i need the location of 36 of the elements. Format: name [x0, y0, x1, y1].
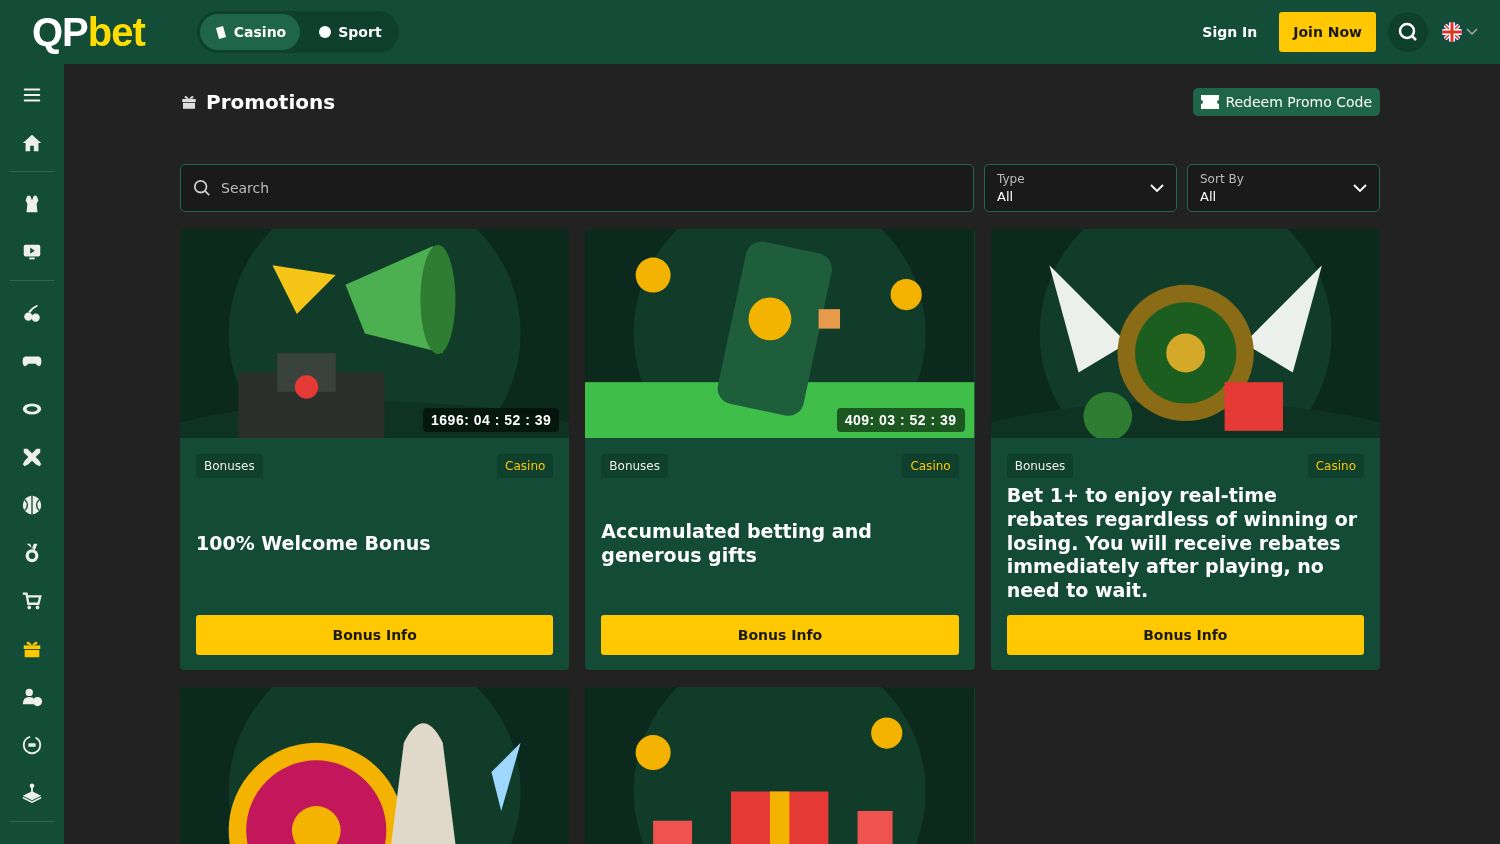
promo-title: Accumulated betting and generous gifts — [601, 519, 873, 568]
flag-icon — [1442, 22, 1462, 42]
tag: Bonuses — [196, 454, 263, 478]
gift-icon — [180, 93, 198, 111]
search-button[interactable] — [1388, 12, 1428, 52]
bonus-info-button[interactable]: Bonus Info — [196, 615, 554, 655]
cards-icon — [213, 25, 228, 39]
bonus-info-button[interactable]: Bonus Info — [601, 615, 959, 655]
countdown-timer: 409: 03 : 52 : 39 — [836, 408, 965, 432]
logo[interactable]: QPbet — [32, 9, 145, 55]
tag: Bonuses — [1006, 454, 1074, 478]
chevron-down-icon — [1150, 183, 1164, 193]
bonus-info-button[interactable]: Bonus Info — [1006, 615, 1364, 655]
countdown-timer: 1696: 04 : 52 : 39 — [423, 408, 560, 432]
search-field[interactable]: Search — [180, 164, 974, 212]
page-title: Promotions — [206, 90, 336, 114]
promo-title: Bet 1+ to enjoy real-time rebates regardless of winning or losing. You will receive rebates immediately after playing, no need to wait. — [1006, 484, 1359, 603]
category-tag: Casino — [497, 454, 554, 478]
language-selector[interactable] — [1442, 22, 1478, 42]
search-icon — [1397, 21, 1419, 43]
filter-dropdown[interactable]: Sort By All — [1187, 164, 1380, 212]
sign-in-link[interactable]: Sign In — [1196, 23, 1264, 41]
nav-tab[interactable]: Casino — [199, 14, 301, 50]
search-icon — [193, 179, 211, 197]
category-tag: Casino — [1307, 454, 1364, 478]
join-now-button[interactable]: Join Now — [1279, 12, 1376, 52]
ball-icon — [318, 25, 333, 39]
nav-tab[interactable]: Sport — [304, 14, 396, 50]
promo-title: 100% Welcome Bonus — [196, 531, 431, 556]
chevron-down-icon — [1353, 183, 1367, 193]
filter-dropdown[interactable]: Type All — [984, 164, 1177, 212]
chevron-down-icon — [1466, 28, 1478, 36]
tag: Bonuses — [601, 454, 668, 478]
category-tag: Casino — [902, 454, 959, 478]
redeem-promo-code-button[interactable]: Redeem Promo Code — [1193, 88, 1380, 116]
ticket-icon — [1201, 95, 1220, 109]
